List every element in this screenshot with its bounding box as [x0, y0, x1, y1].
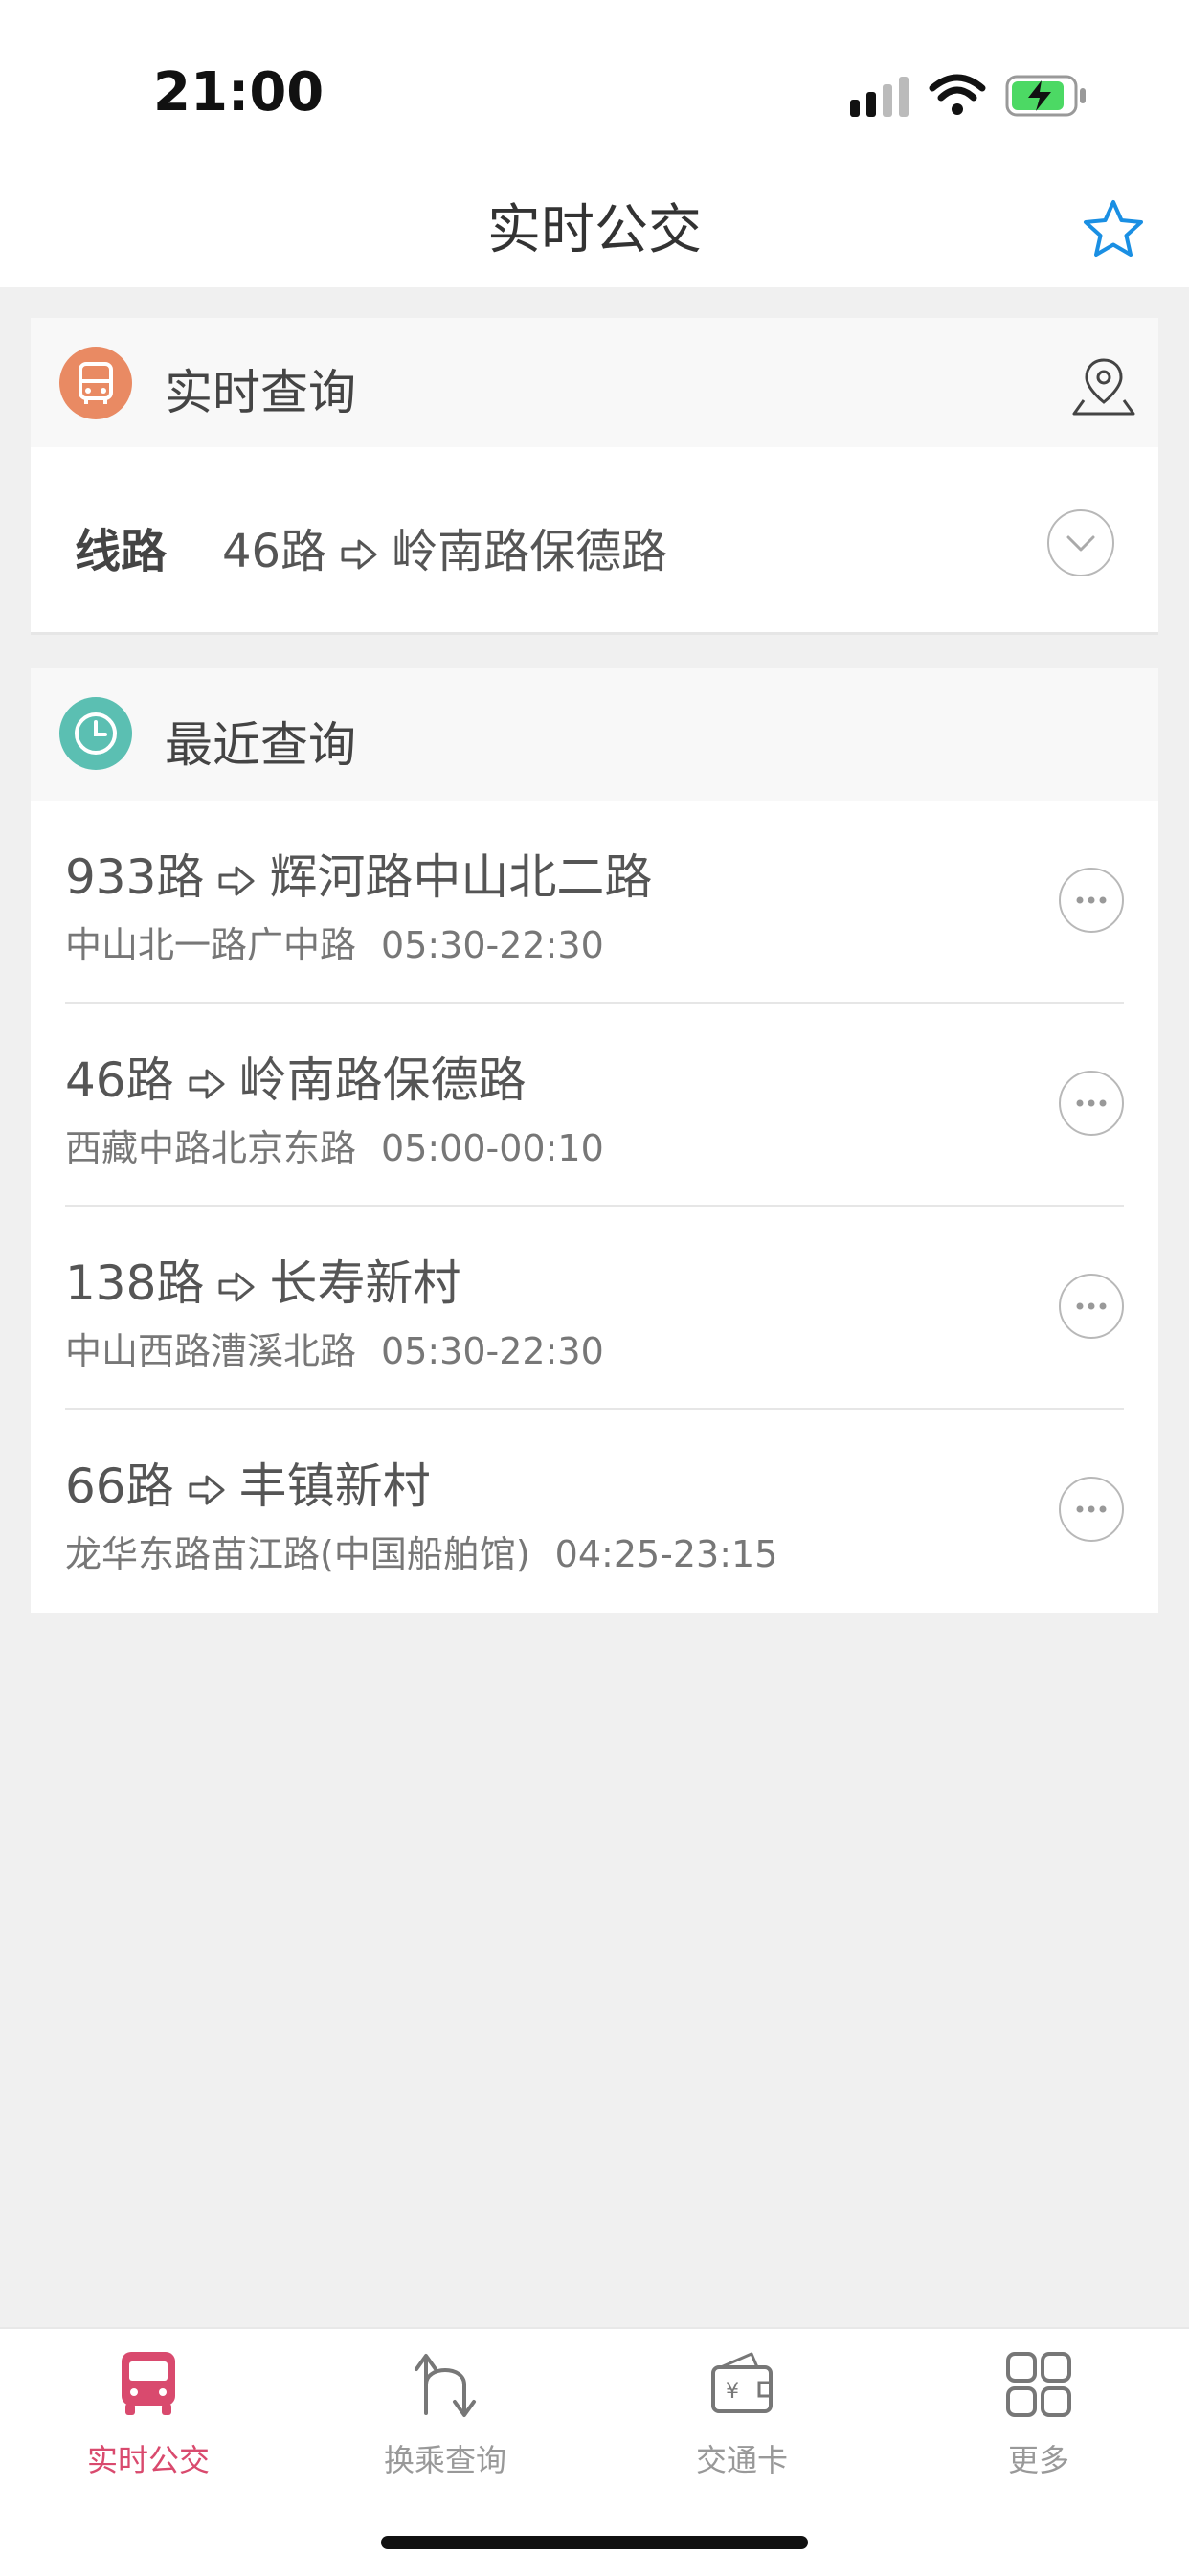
line-label: 线路 [75, 525, 168, 578]
stop-name: 中山西路漕溪北路 [65, 1330, 357, 1372]
route-number: 138路 [65, 1255, 205, 1311]
more-options-button[interactable] [1059, 1477, 1124, 1542]
wifi-icon [929, 74, 986, 115]
tab-label: 更多 [1007, 2442, 1069, 2478]
recent-item-title: 933路 辉河路中山北二路 [65, 839, 652, 908]
stop-name: 龙华东路苗江路(中国船舶馆) [65, 1533, 530, 1575]
route-destination: 岭南路保德路 [392, 525, 668, 578]
tab-label: 交通卡 [695, 2442, 788, 2478]
chevron-down-icon [1066, 535, 1095, 552]
tab-transit-card[interactable]: ¥ 交通卡 [594, 2346, 890, 2480]
arrow-right-icon [218, 866, 255, 895]
route-destination: 长寿新村 [269, 1255, 461, 1311]
arrow-right-icon [189, 1475, 225, 1504]
bus-icon [122, 2352, 175, 2415]
more-horizontal-icon [1076, 1302, 1107, 1310]
more-horizontal-icon [1076, 896, 1107, 904]
home-indicator[interactable] [381, 2536, 808, 2549]
route-number: 46路 [222, 525, 327, 578]
realtime-query-title: 实时查询 [165, 365, 356, 420]
service-hours: 05:00-00:10 [381, 1127, 604, 1169]
route-destination: 辉河路中山北二路 [269, 849, 653, 905]
svg-text:¥: ¥ [726, 2380, 739, 2404]
battery-charging-icon [1005, 75, 1086, 117]
location-pin-icon[interactable] [1070, 352, 1137, 419]
status-time: 21:00 [153, 61, 325, 124]
recent-item-title: 138路 长寿新村 [65, 1245, 460, 1314]
card-divider [31, 632, 1158, 635]
stop-name: 中山北一路广中路 [65, 924, 357, 966]
recent-item-title: 46路 岭南路保德路 [65, 1042, 527, 1111]
tab-realtime-bus[interactable]: 实时公交 [0, 2346, 297, 2480]
recent-item-subtitle: 中山北一路广中路 05:30-22:30 [65, 915, 604, 968]
cellular-signal-icon [850, 77, 909, 117]
clock-icon [59, 697, 132, 770]
tab-more[interactable]: 更多 [890, 2346, 1187, 2480]
arrow-right-icon [218, 1272, 255, 1301]
selected-route[interactable]: 46路 岭南路保德路 [222, 513, 667, 580]
more-options-button[interactable] [1059, 868, 1124, 933]
stop-name: 西藏中路北京东路 [65, 1127, 357, 1169]
more-horizontal-icon [1076, 1505, 1107, 1513]
service-hours: 04:25-23:15 [554, 1533, 778, 1575]
recent-item-title: 66路 丰镇新村 [65, 1448, 431, 1517]
route-number: 66路 [65, 1458, 174, 1514]
more-options-button[interactable] [1059, 1274, 1124, 1339]
star-icon[interactable] [1080, 196, 1147, 263]
grid-icon [1006, 2352, 1071, 2417]
recent-item-subtitle: 龙华东路苗江路(中国船舶馆) 04:25-23:15 [65, 1525, 777, 1577]
card-wallet-icon: ¥ [711, 2352, 773, 2413]
tab-label: 实时公交 [86, 2442, 210, 2478]
tab-transfer-query[interactable]: 换乘查询 [297, 2346, 594, 2480]
recent-queries-title: 最近查询 [165, 717, 356, 773]
more-options-button[interactable] [1059, 1071, 1124, 1136]
route-number: 46路 [65, 1052, 174, 1108]
service-hours: 05:30-22:30 [381, 924, 604, 966]
recent-item-subtitle: 西藏中路北京东路 05:00-00:10 [65, 1119, 604, 1171]
bus-icon [59, 347, 132, 419]
service-hours: 05:30-22:30 [381, 1330, 604, 1372]
page-title: 实时公交 [487, 199, 702, 261]
recent-item-subtitle: 中山西路漕溪北路 05:30-22:30 [65, 1322, 604, 1374]
route-number: 933路 [65, 849, 205, 905]
transfer-icon [415, 2354, 476, 2417]
arrow-right-icon [189, 1069, 225, 1098]
tab-label: 换乘查询 [383, 2442, 506, 2478]
arrow-right-icon [341, 539, 377, 570]
more-horizontal-icon [1076, 1099, 1107, 1107]
route-dropdown-button[interactable] [1047, 509, 1114, 576]
route-destination: 丰镇新村 [238, 1458, 431, 1514]
route-destination: 岭南路保德路 [238, 1052, 527, 1108]
